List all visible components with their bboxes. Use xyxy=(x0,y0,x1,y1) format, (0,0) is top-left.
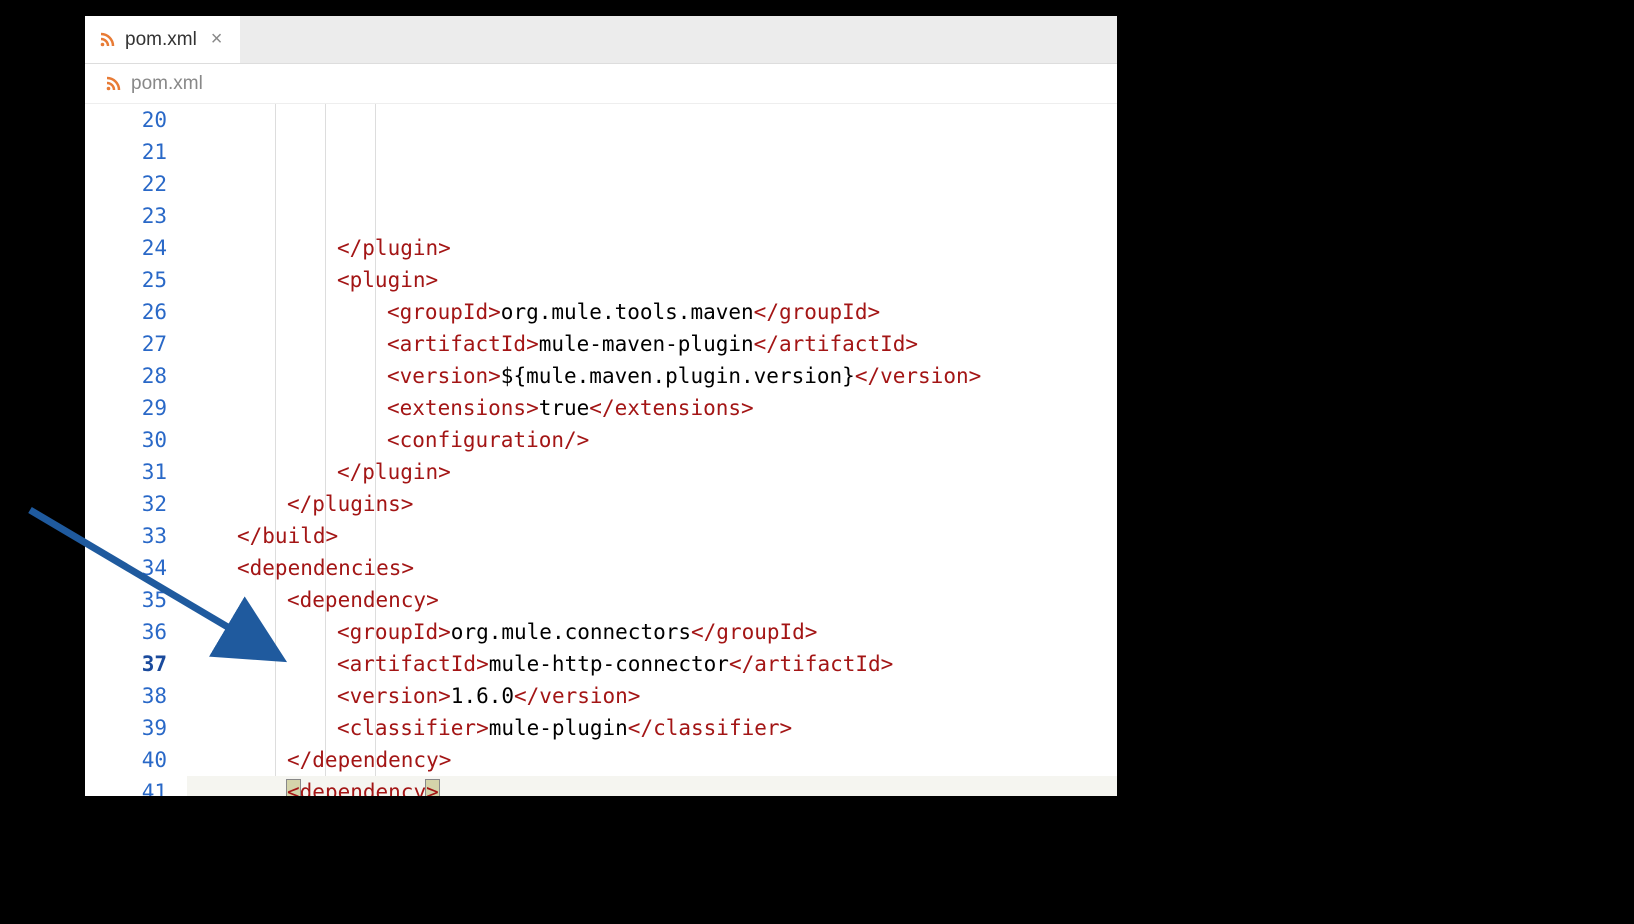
code-line[interactable]: </plugins> xyxy=(187,488,1117,520)
line-number: 33 xyxy=(85,520,167,552)
line-number: 30 xyxy=(85,424,167,456)
xml-file-icon xyxy=(105,76,121,92)
code-line[interactable]: <dependencies> xyxy=(187,552,1117,584)
code-line[interactable]: <dependency> xyxy=(187,776,1117,796)
line-number: 38 xyxy=(85,680,167,712)
breadcrumb-label[interactable]: pom.xml xyxy=(131,73,203,95)
editor-window: pom.xml × pom.xml 2021222324252627282930… xyxy=(85,16,1117,796)
code-line[interactable]: <plugin> xyxy=(187,264,1117,296)
code-line[interactable]: <artifactId>mule-maven-plugin</artifactI… xyxy=(187,328,1117,360)
line-number: 20 xyxy=(85,104,167,136)
line-number: 26 xyxy=(85,296,167,328)
code-line[interactable]: <groupId>org.mule.tools.maven</groupId> xyxy=(187,296,1117,328)
line-number: 31 xyxy=(85,456,167,488)
code-line[interactable]: <groupId>org.mule.connectors</groupId> xyxy=(187,616,1117,648)
code-line[interactable]: <version>1.6.0</version> xyxy=(187,680,1117,712)
line-number: 21 xyxy=(85,136,167,168)
line-number-gutter: 2021222324252627282930313233343536373839… xyxy=(85,104,185,796)
line-number: 22 xyxy=(85,168,167,200)
tab-pom-xml[interactable]: pom.xml × xyxy=(85,16,240,63)
line-number: 24 xyxy=(85,232,167,264)
code-line[interactable]: </build> xyxy=(187,520,1117,552)
code-line[interactable]: <artifactId>mule-http-connector</artifac… xyxy=(187,648,1117,680)
line-number: 34 xyxy=(85,552,167,584)
line-number: 41 xyxy=(85,776,167,796)
line-number: 39 xyxy=(85,712,167,744)
line-number: 29 xyxy=(85,392,167,424)
line-number: 37 xyxy=(85,648,167,680)
code-line[interactable]: <configuration/> xyxy=(187,424,1117,456)
tab-label: pom.xml xyxy=(125,29,197,51)
code-line[interactable]: <version>${mule.maven.plugin.version}</v… xyxy=(187,360,1117,392)
code-editor[interactable]: 2021222324252627282930313233343536373839… xyxy=(85,104,1117,796)
code-line[interactable]: <extensions>true</extensions> xyxy=(187,392,1117,424)
close-icon[interactable]: × xyxy=(207,28,227,51)
line-number: 23 xyxy=(85,200,167,232)
code-line[interactable]: </dependency> xyxy=(187,744,1117,776)
line-number: 40 xyxy=(85,744,167,776)
line-number: 32 xyxy=(85,488,167,520)
code-line[interactable]: </plugin> xyxy=(187,232,1117,264)
code-line[interactable]: <dependency> xyxy=(187,584,1117,616)
line-number: 35 xyxy=(85,584,167,616)
breadcrumb-bar: pom.xml xyxy=(85,64,1117,104)
code-line[interactable]: <classifier>mule-plugin</classifier> xyxy=(187,712,1117,744)
line-number: 25 xyxy=(85,264,167,296)
code-line[interactable]: </plugin> xyxy=(187,456,1117,488)
line-number: 28 xyxy=(85,360,167,392)
tab-bar: pom.xml × xyxy=(85,16,1117,64)
line-number: 27 xyxy=(85,328,167,360)
line-number: 36 xyxy=(85,616,167,648)
xml-file-icon xyxy=(99,32,115,48)
code-content[interactable]: </plugin><plugin><groupId>org.mule.tools… xyxy=(185,104,1117,796)
